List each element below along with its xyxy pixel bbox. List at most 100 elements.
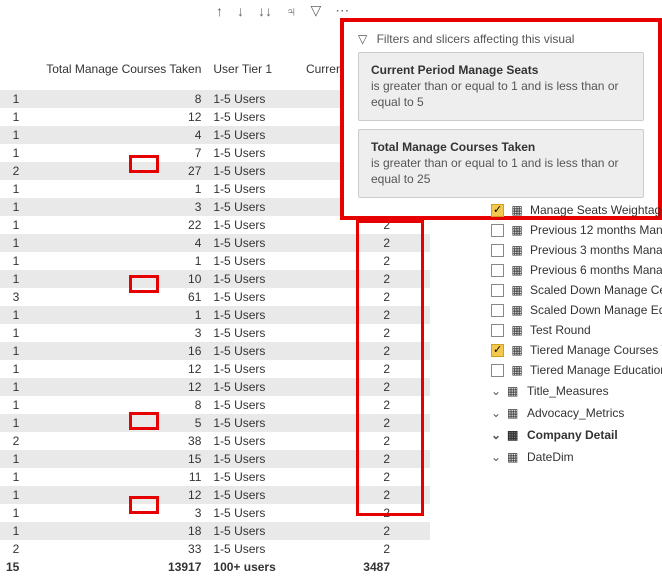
filter-card[interactable]: Total Manage Courses Taken is greater th… — [358, 129, 644, 198]
calculator-icon: ▦ — [510, 363, 524, 377]
table-row[interactable]: 1101-5 Users2 — [0, 270, 430, 288]
table-row[interactable]: 2381-5 Users2 — [0, 432, 430, 450]
checkbox-icon[interactable] — [491, 244, 504, 257]
cell: 1-5 Users — [207, 288, 288, 306]
drill-up-icon[interactable]: ↑ — [216, 3, 223, 19]
cell: 61 — [25, 288, 207, 306]
calculator-icon: ▦ — [510, 283, 524, 297]
cell: 1-5 Users — [207, 324, 288, 342]
cell: 2 — [288, 288, 430, 306]
chevron-down-icon[interactable]: ⌄ — [491, 450, 501, 464]
checkbox-icon[interactable] — [491, 284, 504, 297]
checkbox-icon[interactable] — [491, 224, 504, 237]
field-item[interactable]: ▦Tiered Manage Education — [487, 360, 662, 380]
checkbox-icon[interactable] — [491, 304, 504, 317]
cell: 1 — [0, 378, 25, 396]
cell: 1 — [0, 414, 25, 432]
table-row[interactable]: 181-5 Users2 — [0, 396, 430, 414]
cell: 16 — [25, 342, 207, 360]
expand-down-icon[interactable]: ↓↓ — [258, 3, 272, 19]
fields-pane: ▦Manage Seats Weightage▦Previous 12 mont… — [487, 200, 662, 468]
drill-down-icon[interactable]: ↓ — [237, 3, 244, 19]
cell: 2 — [288, 396, 430, 414]
checkbox-icon[interactable] — [491, 364, 504, 377]
table-row[interactable]: 1151-5 Users2 — [0, 450, 430, 468]
cell: 1 — [0, 270, 25, 288]
filter-card[interactable]: Current Period Manage Seats is greater t… — [358, 52, 644, 121]
cell: 1 — [0, 324, 25, 342]
checkbox-icon[interactable] — [491, 324, 504, 337]
cell: 2 — [288, 432, 430, 450]
table-row[interactable]: 1121-5 Users2 — [0, 360, 430, 378]
cell: 4 — [25, 126, 207, 144]
table-row[interactable]: 1181-5 Users2 — [0, 522, 430, 540]
cell: 1-5 Users — [207, 90, 288, 108]
table-row[interactable]: 111-5 Users2 — [0, 252, 430, 270]
table-row[interactable]: 1121-5 Users2 — [0, 486, 430, 504]
chevron-down-icon[interactable]: ⌄ — [491, 384, 501, 398]
field-item[interactable]: ▦Scaled Down Manage Cer — [487, 280, 662, 300]
col-user-tier[interactable]: User Tier 1 — [207, 58, 288, 90]
cell: 1-5 Users — [207, 342, 288, 360]
cell: 1 — [0, 468, 25, 486]
cell: 2 — [288, 522, 430, 540]
field-item[interactable]: ▦Previous 12 months Mana — [487, 220, 662, 240]
cell: 1-5 Users — [207, 270, 288, 288]
cell: 1 — [0, 198, 25, 216]
table-icon: ▦ — [507, 406, 521, 420]
cell: 2 — [288, 378, 430, 396]
field-label: Manage Seats Weightage — [530, 203, 662, 217]
field-item[interactable]: ▦Scaled Down Manage Edu — [487, 300, 662, 320]
cell: 1 — [0, 216, 25, 234]
table-group[interactable]: ⌄▦Advocacy_Metrics — [487, 402, 662, 424]
cell: 1 — [0, 486, 25, 504]
hierarchy-icon[interactable]: ♃ — [286, 3, 297, 19]
chevron-down-icon[interactable]: ⌄ — [491, 406, 501, 420]
table-group[interactable]: ⌄▦DateDim — [487, 446, 662, 468]
field-item[interactable]: ▦Previous 3 months Manag — [487, 240, 662, 260]
table-row[interactable]: 1111-5 Users2 — [0, 468, 430, 486]
cell: 2 — [288, 306, 430, 324]
field-label: Previous 12 months Mana — [530, 223, 662, 237]
table-row[interactable]: 131-5 Users2 — [0, 324, 430, 342]
cell: 27 — [25, 162, 207, 180]
checkbox-icon[interactable] — [491, 204, 504, 217]
field-item[interactable]: ▦Tiered Manage Courses W — [487, 340, 662, 360]
field-item[interactable]: ▦Previous 6 months Manag — [487, 260, 662, 280]
cell: 1 — [0, 180, 25, 198]
cell: 2 — [288, 486, 430, 504]
field-item[interactable]: ▦Test Round — [487, 320, 662, 340]
table-row[interactable]: 3611-5 Users2 — [0, 288, 430, 306]
cell: 1 — [0, 450, 25, 468]
filter-icon[interactable]: ▽ — [311, 2, 322, 19]
more-options-icon[interactable]: ⋯ — [335, 2, 349, 19]
table-row[interactable]: 2331-5 Users2 — [0, 540, 430, 558]
filter-desc: is greater than or equal to 1 and is les… — [371, 79, 631, 110]
cell: 1-5 Users — [207, 306, 288, 324]
filter-title: Total Manage Courses Taken — [371, 140, 631, 154]
cell: 4 — [25, 234, 207, 252]
checkbox-icon[interactable] — [491, 264, 504, 277]
col-total-courses[interactable]: Total Manage Courses Taken — [25, 58, 207, 90]
cell: 1 — [0, 342, 25, 360]
table-row[interactable]: 1121-5 Users2 — [0, 378, 430, 396]
chevron-down-icon[interactable]: ⌄ — [491, 428, 501, 442]
table-row[interactable]: 151-5 Users2 — [0, 414, 430, 432]
table-row[interactable]: 141-5 Users2 — [0, 234, 430, 252]
table-row[interactable]: 131-5 Users2 — [0, 504, 430, 522]
calculator-icon: ▦ — [510, 303, 524, 317]
table-group[interactable]: ⌄▦Title_Measures — [487, 380, 662, 402]
cell: 18 — [25, 522, 207, 540]
field-item[interactable]: ▦Manage Seats Weightage — [487, 200, 662, 220]
table-group[interactable]: ⌄▦Company Detail — [487, 424, 662, 446]
table-row[interactable]: 111-5 Users2 — [0, 306, 430, 324]
checkbox-icon[interactable] — [491, 344, 504, 357]
table-row[interactable]: 1161-5 Users2 — [0, 342, 430, 360]
cell: 2 — [288, 234, 430, 252]
cell: 2 — [288, 540, 430, 558]
field-label: Tiered Manage Courses W — [530, 343, 662, 357]
cell: 1-5 Users — [207, 540, 288, 558]
cell: 2 — [288, 450, 430, 468]
cell: 1-5 Users — [207, 234, 288, 252]
cell: 12 — [25, 108, 207, 126]
